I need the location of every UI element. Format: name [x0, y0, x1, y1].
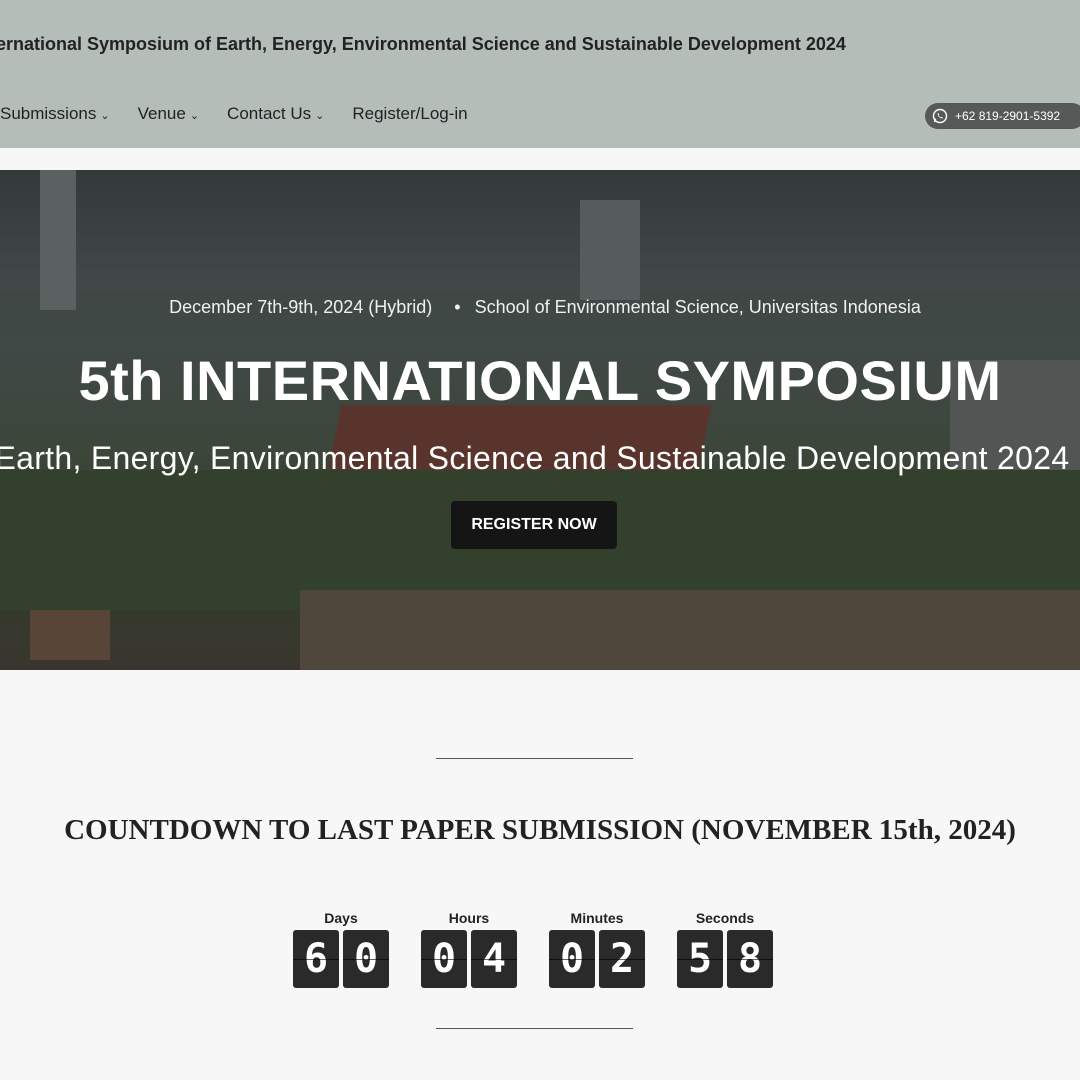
nav-item-label: Register/Log-in — [352, 104, 468, 123]
hero-overlay — [0, 170, 1080, 670]
chevron-down-icon: ⌄ — [189, 109, 200, 122]
countdown-minutes: Minutes 0 2 — [549, 910, 645, 988]
nav-item-contact-us[interactable]: Contact Us ⌄ — [227, 104, 324, 124]
nav-item-label: Contact Us — [227, 104, 312, 123]
countdown-digits: 5 8 — [677, 930, 773, 988]
countdown-seconds: Seconds 5 8 — [677, 910, 773, 988]
countdown-digit: 4 — [471, 930, 517, 988]
nav-item-submissions[interactable]: Submissions ⌄ — [0, 104, 110, 124]
site-title[interactable]: 5th International Symposium of Earth, En… — [0, 34, 846, 55]
countdown-digit: 0 — [343, 930, 389, 988]
chevron-down-icon: ⌄ — [100, 109, 110, 122]
countdown-hours: Hours 0 4 — [421, 910, 517, 988]
nav-item-label: Venue — [137, 104, 186, 123]
countdown-digit: 0 — [549, 930, 595, 988]
hero-banner: December 7th-9th, 2024 (Hybrid) • School… — [0, 170, 1080, 670]
event-location: School of Environmental Science, Univers… — [474, 297, 921, 317]
countdown-digit: 0 — [421, 930, 467, 988]
event-date: December 7th-9th, 2024 (Hybrid) — [169, 297, 433, 317]
register-now-button[interactable]: REGISTER NOW — [451, 501, 617, 549]
countdown-label: Days — [324, 910, 358, 926]
meta-separator: • — [454, 297, 461, 317]
countdown-label: Seconds — [695, 910, 755, 926]
site-header: 5th International Symposium of Earth, En… — [0, 0, 1080, 148]
countdown-digits: 0 4 — [421, 930, 517, 988]
countdown-title: COUNTDOWN TO LAST PAPER SUBMISSION (NOVE… — [64, 814, 1016, 846]
chevron-down-icon: ⌄ — [315, 109, 325, 122]
nav-item-venue[interactable]: Venue ⌄ — [138, 104, 199, 124]
event-meta: December 7th-9th, 2024 (Hybrid) • School… — [0, 297, 1080, 318]
divider-bottom — [436, 1028, 633, 1029]
countdown-digit: 6 — [293, 930, 339, 988]
main-nav: Submissions ⌄ Venue ⌄ Contact Us ⌄ Regis… — [0, 104, 468, 124]
divider-top — [436, 758, 633, 759]
countdown-label: Minutes — [570, 910, 624, 926]
whatsapp-phone-button[interactable]: +62 819-2901-5392 — [925, 103, 1080, 129]
hero-title: 5th INTERNATIONAL SYMPOSIUM — [78, 349, 1002, 412]
countdown-digits: 6 0 — [293, 930, 389, 988]
countdown-digits: 0 2 — [549, 930, 645, 988]
whatsapp-icon — [932, 108, 948, 124]
countdown-digit: 5 — [677, 930, 723, 988]
countdown-label: Hours — [448, 910, 490, 926]
countdown-digit: 8 — [727, 930, 773, 988]
nav-item-label: Submissions — [0, 104, 97, 123]
countdown-digit: 2 — [599, 930, 645, 988]
phone-number: +62 819-2901-5392 — [955, 109, 1061, 123]
countdown-days: Days 6 0 — [293, 910, 389, 988]
nav-item-register-login[interactable]: Register/Log-in — [352, 104, 467, 124]
hero-subtitle: of Earth, Energy, Environmental Science … — [0, 440, 1070, 476]
